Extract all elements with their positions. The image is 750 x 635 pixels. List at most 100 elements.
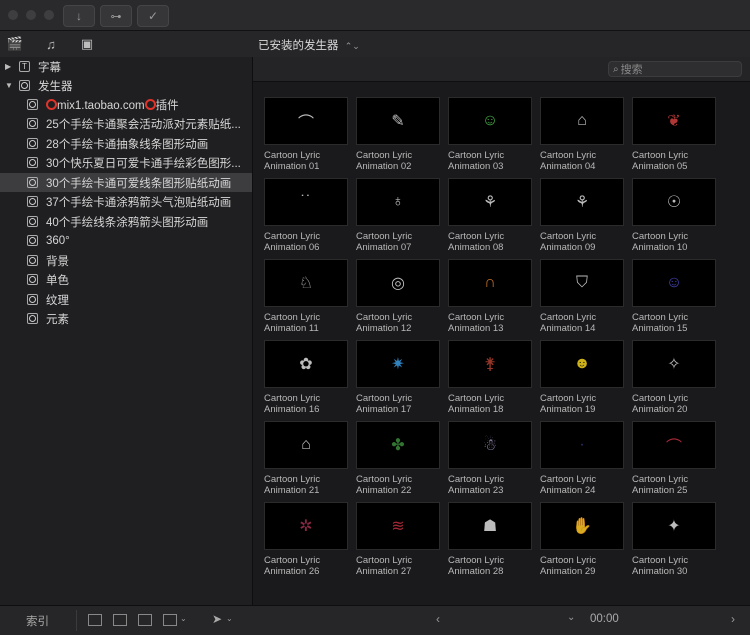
tile-thumbnail[interactable]: ☻ xyxy=(540,340,624,388)
generator-tile[interactable]: ✋ Cartoon Lyric Animation 29 xyxy=(540,502,624,577)
tile-thumbnail[interactable]: ⚘ xyxy=(448,178,532,226)
pointer-icon[interactable]: ➤ xyxy=(212,612,222,626)
tile-thumbnail[interactable]: ◎ xyxy=(356,259,440,307)
tile-thumbnail[interactable]: ✧ xyxy=(632,340,716,388)
sidebar-item-elements[interactable]: 元素 xyxy=(0,309,252,328)
generator-tile[interactable]: ✤ Cartoon Lyric Animation 22 xyxy=(356,421,440,496)
sidebar-item-titles[interactable]: ▶ T 字幕 xyxy=(0,57,252,76)
generator-tile[interactable]: ✧ Cartoon Lyric Animation 20 xyxy=(632,340,716,415)
sidebar-item-37[interactable]: 37个手绘卡通涂鸦箭头气泡贴纸动画 xyxy=(0,192,252,211)
chevron-left-icon[interactable]: ‹ xyxy=(436,612,440,626)
generator-tile[interactable]: ⛉ Cartoon Lyric Animation 14 xyxy=(540,259,624,334)
generator-tile[interactable]: ≋ Cartoon Lyric Animation 27 xyxy=(356,502,440,577)
tile-thumbnail[interactable]: ∩ xyxy=(448,259,532,307)
tile-thumbnail[interactable]: · xyxy=(540,421,624,469)
generator-tile[interactable]: ⌂ Cartoon Lyric Animation 04 xyxy=(540,97,624,172)
generator-tile[interactable]: ☗ Cartoon Lyric Animation 28 xyxy=(448,502,532,577)
zoom-window-button[interactable] xyxy=(44,10,54,20)
thumbnail-drawing: ⛉ xyxy=(575,274,588,291)
generator-tile[interactable]: ˙˙ Cartoon Lyric Animation 06 xyxy=(264,178,348,253)
keywords-button[interactable]: ⊶ xyxy=(100,5,132,27)
clip-overwrite-icon[interactable] xyxy=(163,614,177,626)
tile-thumbnail[interactable]: ≋ xyxy=(356,502,440,550)
tile-thumbnail[interactable]: ⚘ xyxy=(540,178,624,226)
tile-thumbnail[interactable]: ⌂ xyxy=(264,421,348,469)
import-button[interactable]: ↓ xyxy=(63,5,95,27)
clip-insert-icon[interactable] xyxy=(113,614,127,626)
clapper-icon[interactable]: 🎬 xyxy=(6,35,24,53)
generator-tile[interactable]: ❦ Cartoon Lyric Animation 05 xyxy=(632,97,716,172)
tile-thumbnail[interactable]: ✋ xyxy=(540,502,624,550)
tile-thumbnail[interactable]: ⚵ xyxy=(448,340,532,388)
tile-thumbnail[interactable]: ✤ xyxy=(356,421,440,469)
generator-tile[interactable]: ⚘ Cartoon Lyric Animation 08 xyxy=(448,178,532,253)
generator-tile[interactable]: ⌒ Cartoon Lyric Animation 01 xyxy=(264,97,348,172)
generator-tile[interactable]: ⌒ Cartoon Lyric Animation 25 xyxy=(632,421,716,496)
tile-thumbnail[interactable]: ❦ xyxy=(632,97,716,145)
tile-thumbnail[interactable]: ✎ xyxy=(356,97,440,145)
tile-thumbnail[interactable]: ☺ xyxy=(448,97,532,145)
generator-tile[interactable]: ☻ Cartoon Lyric Animation 19 xyxy=(540,340,624,415)
sidebar-item-25[interactable]: 25个手绘卡通聚会活动派对元素贴纸... xyxy=(0,114,252,133)
sidebar-item-28[interactable]: 28个手绘卡通抽象线条图形动画 xyxy=(0,134,252,153)
generator-tile[interactable]: ✎ Cartoon Lyric Animation 02 xyxy=(356,97,440,172)
tile-thumbnail[interactable]: ☃ xyxy=(448,421,532,469)
tile-thumbnail[interactable]: ⌒ xyxy=(632,421,716,469)
tile-thumbnail[interactable]: ⌂ xyxy=(540,97,624,145)
generator-tile[interactable]: ⚵ Cartoon Lyric Animation 18 xyxy=(448,340,532,415)
chevron-down-icon[interactable]: ⌄ xyxy=(226,614,233,623)
background-tasks-button[interactable]: ✓ xyxy=(137,5,169,27)
tile-thumbnail[interactable]: ✿ xyxy=(264,340,348,388)
tile-thumbnail[interactable]: ⛉ xyxy=(540,259,624,307)
close-window-button[interactable] xyxy=(8,10,18,20)
generator-tile[interactable]: · Cartoon Lyric Animation 24 xyxy=(540,421,624,496)
generator-tile[interactable]: ⚘ Cartoon Lyric Animation 09 xyxy=(540,178,624,253)
sidebar-item-solids[interactable]: 单色 xyxy=(0,270,252,289)
chevron-down-icon[interactable]: ⌄ xyxy=(180,614,187,623)
tile-thumbnail[interactable]: ⌒ xyxy=(264,97,348,145)
generator-tile[interactable]: ☺ Cartoon Lyric Animation 15 xyxy=(632,259,716,334)
generator-tile[interactable]: ☺ Cartoon Lyric Animation 03 xyxy=(448,97,532,172)
tile-thumbnail[interactable]: ˙˙ xyxy=(264,178,348,226)
tile-thumbnail[interactable]: ✷ xyxy=(356,340,440,388)
generator-tile[interactable]: ☃ Cartoon Lyric Animation 23 xyxy=(448,421,532,496)
generator-tile[interactable]: ☉ Cartoon Lyric Animation 10 xyxy=(632,178,716,253)
minimize-window-button[interactable] xyxy=(26,10,36,20)
tile-thumbnail[interactable]: ♁ xyxy=(356,178,440,226)
disclosure-down-icon[interactable]: ▼ xyxy=(5,81,13,90)
sidebar-item-40[interactable]: 40个手绘线条涂鸦箭头图形动画 xyxy=(0,212,252,231)
clip-connect-icon[interactable] xyxy=(88,614,102,626)
tile-thumbnail[interactable]: ☉ xyxy=(632,178,716,226)
generator-tile[interactable]: ✿ Cartoon Lyric Animation 16 xyxy=(264,340,348,415)
generator-tile[interactable]: ♘ Cartoon Lyric Animation 11 xyxy=(264,259,348,334)
tile-thumbnail[interactable]: ✦ xyxy=(632,502,716,550)
sidebar-item-30-summer[interactable]: 30个快乐夏日可爱卡通手绘彩色图形... xyxy=(0,153,252,172)
sidebar-item-30-lines[interactable]: 30个手绘卡通可爱线条图形贴纸动画 xyxy=(0,173,252,192)
sidebar-item-mix1[interactable]: mix1.taobao.com 插件 xyxy=(0,95,252,114)
generators-title-popup[interactable]: 已安装的发生器 ⌃⌄ xyxy=(258,37,360,53)
generator-tile[interactable]: ∩ Cartoon Lyric Animation 13 xyxy=(448,259,532,334)
titles-generators-icon[interactable]: ▣ xyxy=(78,35,96,53)
disclosure-right-icon[interactable]: ▶ xyxy=(5,62,11,71)
clip-append-icon[interactable] xyxy=(138,614,152,626)
generator-tile[interactable]: ✦ Cartoon Lyric Animation 30 xyxy=(632,502,716,577)
chevron-down-icon[interactable]: ⌄ xyxy=(567,612,575,623)
tile-thumbnail[interactable]: ☺ xyxy=(632,259,716,307)
generator-tile[interactable]: ◎ Cartoon Lyric Animation 12 xyxy=(356,259,440,334)
sidebar-item-generators[interactable]: ▼ 发生器 xyxy=(0,76,252,95)
music-icon[interactable]: ♫ xyxy=(42,35,60,53)
generator-tile[interactable]: ♁ Cartoon Lyric Animation 07 xyxy=(356,178,440,253)
search-input[interactable]: ⌕ 搜索 xyxy=(608,61,742,77)
generator-tile[interactable]: ✲ Cartoon Lyric Animation 26 xyxy=(264,502,348,577)
index-button[interactable]: 索引 xyxy=(26,613,49,629)
sidebar-item-background[interactable]: 背景 xyxy=(0,251,252,270)
generator-icon xyxy=(27,138,38,149)
tile-thumbnail[interactable]: ☗ xyxy=(448,502,532,550)
tile-thumbnail[interactable]: ♘ xyxy=(264,259,348,307)
generator-tile[interactable]: ✷ Cartoon Lyric Animation 17 xyxy=(356,340,440,415)
sidebar-item-textures[interactable]: 纹理 xyxy=(0,290,252,309)
sidebar-item-360[interactable]: 360° xyxy=(0,231,252,250)
tile-thumbnail[interactable]: ✲ xyxy=(264,502,348,550)
chevron-right-icon[interactable]: › xyxy=(731,612,735,626)
generator-tile[interactable]: ⌂ Cartoon Lyric Animation 21 xyxy=(264,421,348,496)
